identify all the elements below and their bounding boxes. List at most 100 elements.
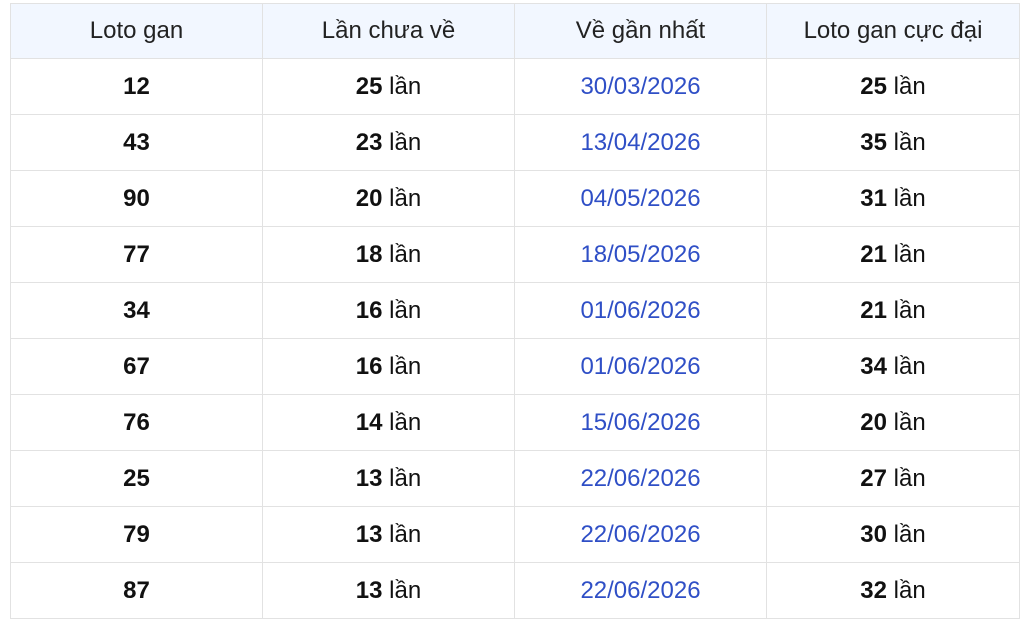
max-gan-value: 21: [860, 240, 887, 268]
max-gan-unit: lần: [893, 352, 926, 380]
missed-count-value: 23: [355, 128, 383, 156]
missed-count-value: 13: [355, 520, 383, 548]
last-appearance-date: 13/04/2026: [514, 114, 767, 171]
loto-number-value: 77: [123, 240, 150, 268]
last-date-value: 18/05/2026: [580, 240, 701, 268]
last-date-value: 22/06/2026: [580, 520, 701, 548]
missed-count: 25 lần: [262, 58, 515, 115]
last-appearance-date: 04/05/2026: [514, 170, 767, 227]
max-gan-count: 34 lần: [766, 338, 1020, 395]
max-gan-unit: lần: [893, 296, 926, 324]
loto-number-value: 25: [123, 464, 150, 492]
header-loto-gan-cuc-dai: Loto gan cực đại: [766, 3, 1020, 59]
max-gan-count: 25 lần: [766, 58, 1020, 115]
max-gan-count: 27 lần: [766, 450, 1020, 507]
missed-count-value: 14: [355, 408, 383, 436]
last-date-value: 01/06/2026: [580, 296, 701, 324]
missed-count: 14 lần: [262, 394, 515, 451]
last-appearance-date: 22/06/2026: [514, 506, 767, 563]
max-gan-unit: lần: [893, 464, 926, 492]
last-date-value: 22/06/2026: [580, 576, 701, 604]
table-row: 79 13 lần 22/06/2026 30 lần: [10, 506, 1020, 563]
last-date-value: 15/06/2026: [580, 408, 701, 436]
loto-number: 87: [10, 562, 263, 619]
loto-number: 25: [10, 450, 263, 507]
loto-number-value: 90: [123, 184, 150, 212]
missed-count: 13 lần: [262, 562, 515, 619]
max-gan-unit: lần: [893, 184, 926, 212]
missed-count: 16 lần: [262, 282, 515, 339]
max-gan-value: 34: [860, 352, 887, 380]
last-date-value: 30/03/2026: [580, 72, 701, 100]
loto-number: 12: [10, 58, 263, 115]
missed-count: 13 lần: [262, 450, 515, 507]
missed-count-unit: lần: [389, 128, 422, 156]
table-row: 87 13 lần 22/06/2026 32 lần: [10, 562, 1020, 619]
missed-count: 23 lần: [262, 114, 515, 171]
max-gan-count: 32 lần: [766, 562, 1020, 619]
last-appearance-date: 22/06/2026: [514, 450, 767, 507]
last-appearance-date: 30/03/2026: [514, 58, 767, 115]
loto-number-value: 76: [123, 408, 150, 436]
max-gan-unit: lần: [893, 576, 926, 604]
max-gan-count: 21 lần: [766, 282, 1020, 339]
loto-number-value: 79: [123, 520, 150, 548]
table-row: 76 14 lần 15/06/2026 20 lần: [10, 394, 1020, 451]
missed-count-value: 25: [355, 72, 383, 100]
missed-count-unit: lần: [389, 464, 422, 492]
missed-count: 18 lần: [262, 226, 515, 283]
last-appearance-date: 15/06/2026: [514, 394, 767, 451]
header-lan-chua-ve: Lần chưa về: [262, 3, 515, 59]
missed-count-value: 18: [355, 240, 383, 268]
missed-count-unit: lần: [389, 408, 422, 436]
loto-number-value: 67: [123, 352, 150, 380]
last-appearance-date: 18/05/2026: [514, 226, 767, 283]
loto-number-value: 12: [123, 72, 150, 100]
header-row: Loto gan Lần chưa về Về gần nhất Loto ga…: [10, 3, 1020, 59]
loto-number: 34: [10, 282, 263, 339]
loto-number: 76: [10, 394, 263, 451]
missed-count-value: 20: [355, 184, 383, 212]
table-row: 12 25 lần 30/03/2026 25 lần: [10, 58, 1020, 115]
max-gan-value: 32: [860, 576, 887, 604]
table-row: 43 23 lần 13/04/2026 35 lần: [10, 114, 1020, 171]
missed-count: 16 lần: [262, 338, 515, 395]
max-gan-value: 27: [860, 464, 887, 492]
missed-count-unit: lần: [389, 184, 422, 212]
loto-number-value: 43: [123, 128, 150, 156]
max-gan-value: 21: [860, 296, 887, 324]
loto-gan-table-container: Loto gan Lần chưa về Về gần nhất Loto ga…: [10, 3, 1020, 619]
max-gan-unit: lần: [893, 128, 926, 156]
header-loto-gan: Loto gan: [10, 3, 263, 59]
last-date-value: 04/05/2026: [580, 184, 701, 212]
max-gan-value: 35: [860, 128, 887, 156]
missed-count-unit: lần: [389, 576, 422, 604]
loto-number: 43: [10, 114, 263, 171]
loto-number-value: 34: [123, 296, 150, 324]
table-row: 25 13 lần 22/06/2026 27 lần: [10, 450, 1020, 507]
loto-number: 90: [10, 170, 263, 227]
missed-count: 13 lần: [262, 506, 515, 563]
missed-count-unit: lần: [389, 296, 422, 324]
missed-count-unit: lần: [389, 72, 422, 100]
max-gan-count: 21 lần: [766, 226, 1020, 283]
table-row: 90 20 lần 04/05/2026 31 lần: [10, 170, 1020, 227]
missed-count-value: 13: [355, 576, 383, 604]
table-row: 77 18 lần 18/05/2026 21 lần: [10, 226, 1020, 283]
missed-count-value: 16: [355, 352, 383, 380]
missed-count-value: 16: [355, 296, 383, 324]
loto-gan-table: Loto gan Lần chưa về Về gần nhất Loto ga…: [10, 3, 1020, 619]
missed-count: 20 lần: [262, 170, 515, 227]
loto-number: 67: [10, 338, 263, 395]
max-gan-count: 31 lần: [766, 170, 1020, 227]
table-header: Loto gan Lần chưa về Về gần nhất Loto ga…: [10, 3, 1020, 59]
header-ve-gan-nhat: Về gần nhất: [514, 3, 767, 59]
last-date-value: 22/06/2026: [580, 464, 701, 492]
table-row: 67 16 lần 01/06/2026 34 lần: [10, 338, 1020, 395]
max-gan-value: 25: [860, 72, 887, 100]
max-gan-value: 31: [860, 184, 887, 212]
loto-number: 77: [10, 226, 263, 283]
last-date-value: 01/06/2026: [580, 352, 701, 380]
missed-count-unit: lần: [389, 352, 422, 380]
last-date-value: 13/04/2026: [580, 128, 701, 156]
